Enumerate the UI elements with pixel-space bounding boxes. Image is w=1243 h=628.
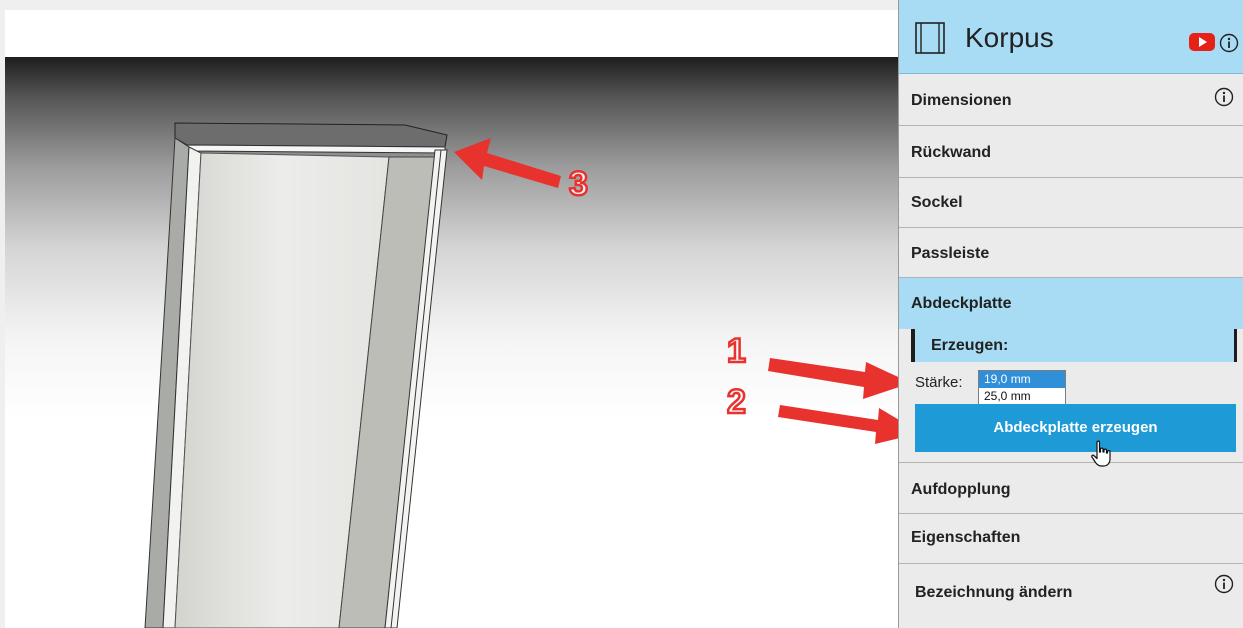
arrow-3 (454, 138, 561, 188)
section-abdeckplatte[interactable]: Abdeckplatte (899, 278, 1243, 329)
annotation-label-3: 3 (569, 165, 588, 203)
info-icon[interactable] (1214, 574, 1234, 599)
youtube-icon[interactable] (1189, 33, 1215, 56)
staerke-option[interactable]: 25,0 mm (979, 388, 1065, 405)
arrow-1 (768, 358, 898, 399)
3d-viewport[interactable]: 3 1 2 (5, 10, 898, 628)
section-dimensionen[interactable]: Dimensionen (899, 74, 1243, 126)
section-sockel[interactable]: Sockel (899, 178, 1243, 228)
cabinet-icon (915, 22, 945, 59)
annotation-label-2: 2 (727, 383, 746, 421)
section-label: Dimensionen (911, 92, 1012, 109)
top-plate (174, 122, 448, 148)
section-label: Passleiste (911, 245, 990, 262)
section-label: Sockel (911, 194, 963, 211)
info-icon[interactable] (1219, 33, 1239, 58)
section-passleiste[interactable]: Passleiste (899, 228, 1243, 278)
sub-header-label: Erzeugen: (931, 337, 1009, 354)
section-label: Rückwand (911, 144, 992, 161)
staerke-select[interactable]: 19,0 mm 25,0 mm (978, 370, 1066, 408)
panel-title: Korpus (965, 22, 1054, 53)
hand-pointer-icon (1090, 440, 1114, 473)
annotation-label-1: 1 (727, 332, 746, 370)
section-label: Eigenschaften (911, 529, 1021, 546)
sub-header-erzeugen: Erzeugen: (911, 329, 1237, 362)
section-bezeichnung-aendern[interactable]: Bezeichnung ändern (899, 564, 1243, 628)
staerke-label: Stärke: (915, 374, 963, 391)
arrow-2 (778, 405, 898, 444)
cabinet-model: 3 1 2 (144, 122, 898, 628)
create-abdeckplatte-button[interactable]: Abdeckplatte erzeugen (915, 404, 1236, 452)
staerke-option[interactable]: 19,0 mm (979, 371, 1065, 388)
panel-header: Korpus (899, 0, 1243, 74)
info-icon[interactable] (1214, 87, 1234, 112)
section-label: Aufdopplung (911, 481, 1011, 498)
section-rueckwand[interactable]: Rückwand (899, 126, 1243, 178)
section-label: Bezeichnung ändern (915, 584, 1073, 601)
section-eigenschaften[interactable]: Eigenschaften (899, 514, 1243, 564)
section-aufdopplung[interactable]: Aufdopplung (899, 462, 1243, 514)
section-label: Abdeckplatte (911, 295, 1012, 312)
properties-panel: Korpus Dimensionen Rückwand Sockel Passl… (898, 0, 1243, 628)
